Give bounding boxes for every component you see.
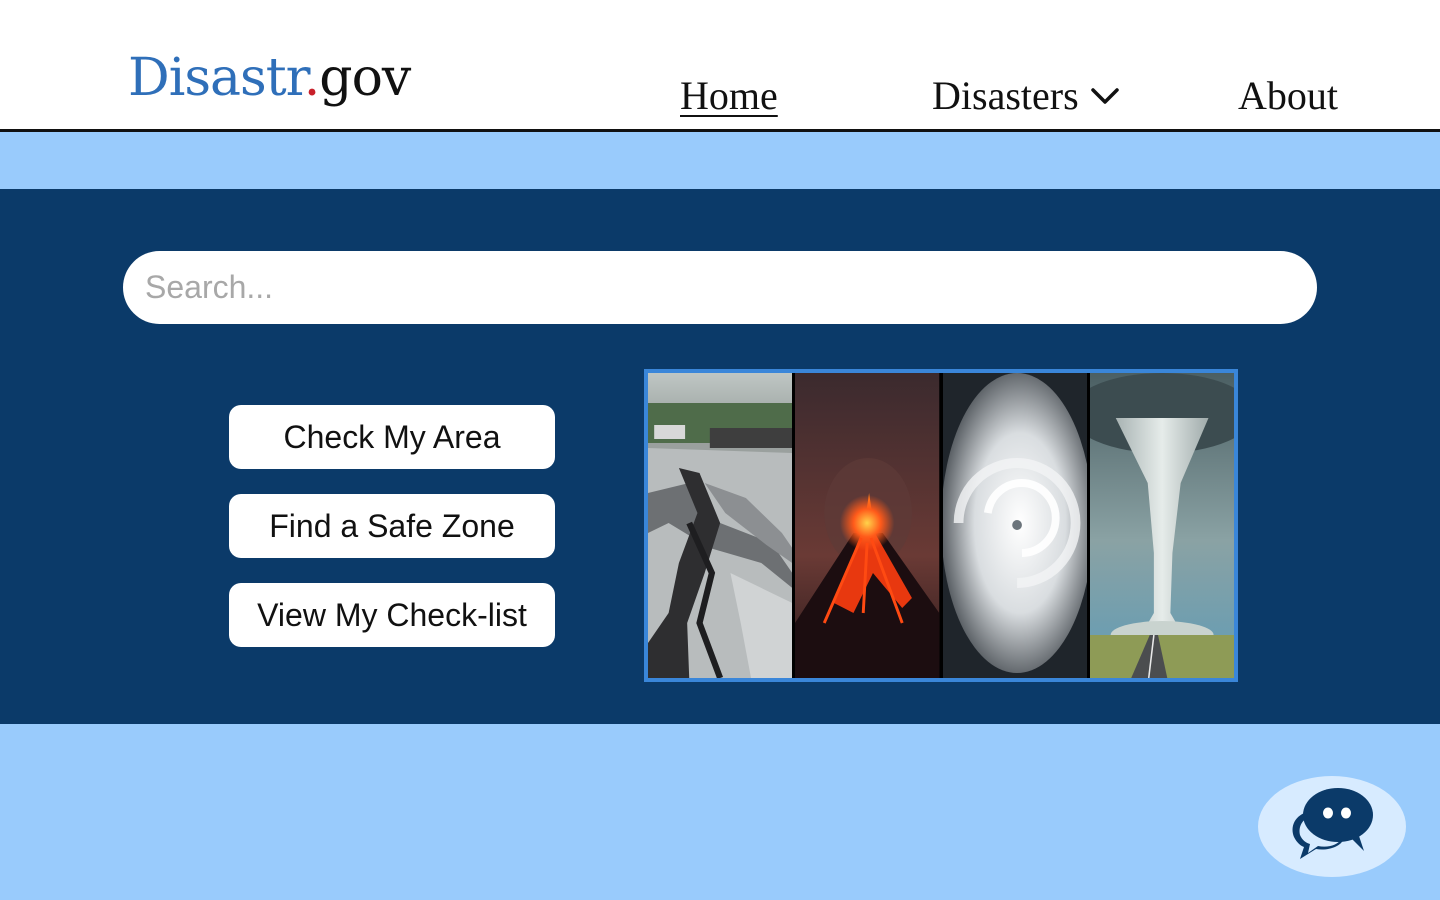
nav-disasters-dropdown[interactable]: Disasters [932, 76, 1119, 116]
logo-brand: Disastr [128, 48, 305, 108]
volcano-image [795, 373, 940, 678]
search-input[interactable] [123, 251, 1317, 324]
chevron-down-icon [1090, 86, 1119, 106]
view-checklist-button[interactable]: View My Check-list [229, 583, 555, 647]
hero-section: Check My Area Find a Safe Zone View My C… [0, 189, 1440, 724]
earthquake-image [648, 373, 793, 678]
logo-tld: gov [319, 48, 411, 108]
nav-about-link[interactable]: About [1238, 76, 1338, 116]
nav-disasters-label: Disasters [932, 73, 1079, 118]
chat-support-button[interactable] [1258, 776, 1406, 877]
hurricane-image [942, 373, 1087, 678]
site-header: Disastr.gov Home Disasters About [0, 0, 1440, 132]
find-safe-zone-button[interactable]: Find a Safe Zone [229, 494, 555, 558]
tornado-image [1089, 373, 1234, 678]
chat-bubbles-icon [1288, 785, 1376, 868]
disaster-collage [644, 369, 1238, 682]
top-band [0, 132, 1440, 189]
site-logo[interactable]: Disastr.gov [128, 52, 411, 104]
check-my-area-button[interactable]: Check My Area [229, 405, 555, 469]
logo-dot: . [303, 48, 321, 108]
nav-home-link[interactable]: Home [680, 76, 778, 116]
